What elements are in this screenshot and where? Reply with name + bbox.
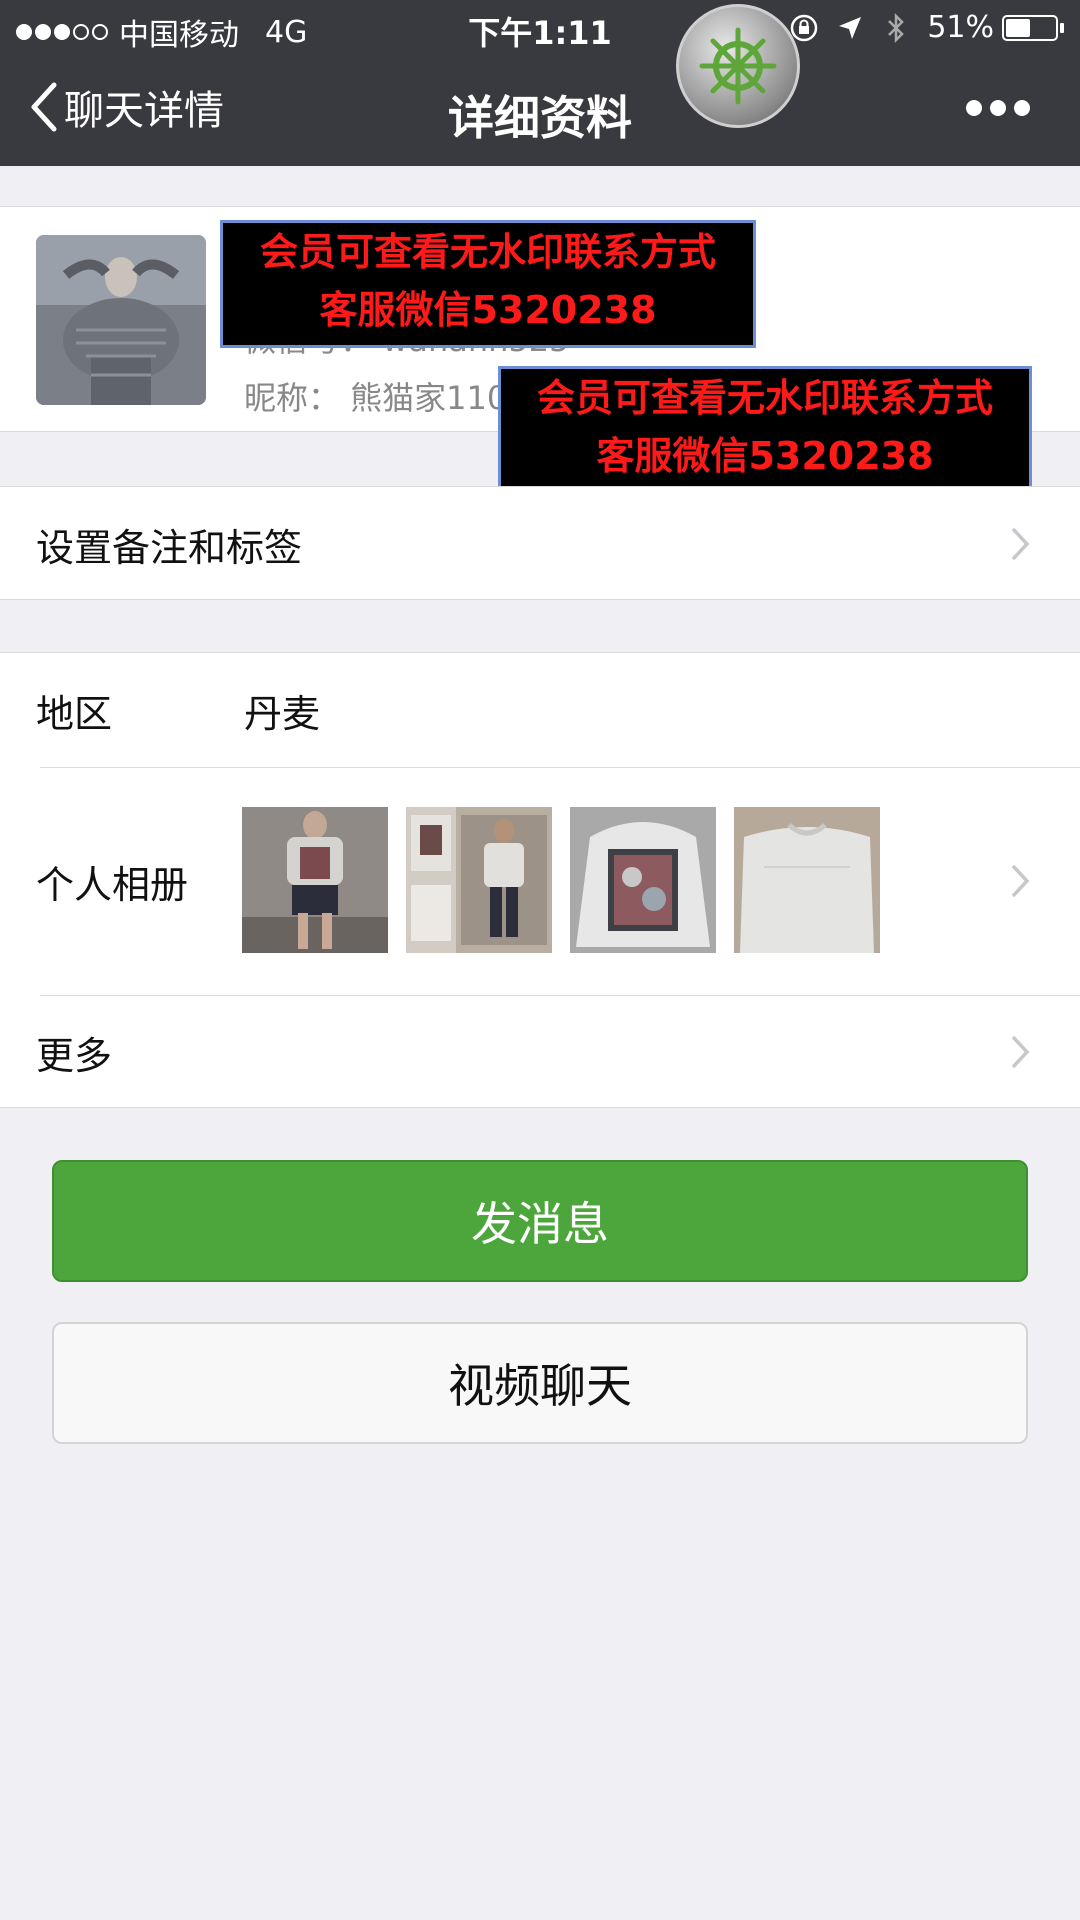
info-section: 地区 丹麦 个人相册 更多 (0, 652, 1080, 1108)
watermark-line-2: 客服微信5320238 (596, 434, 934, 478)
album-photo[interactable] (570, 807, 716, 953)
battery-percent: 51% (927, 10, 994, 45)
status-bar: 中国移动 4G 下午1:11 51% (0, 0, 1080, 56)
ship-wheel-icon (676, 4, 800, 128)
chevron-right-icon (1011, 527, 1030, 561)
rotation-lock-icon (789, 13, 819, 43)
watermark-banner: 会员可查看无水印联系方式 客服微信5320238 (498, 366, 1032, 494)
status-right: 51% (789, 10, 1064, 45)
set-remark-tags-label: 设置备注和标签 (36, 525, 303, 570)
region-value: 丹麦 (244, 691, 321, 736)
nickname: 昵称： 熊猫家110 (244, 379, 508, 417)
album-photo[interactable] (734, 807, 880, 953)
page-title: 详细资料 (448, 91, 632, 145)
avatar[interactable] (36, 235, 206, 405)
more-label: 更多 (36, 1033, 113, 1078)
battery-icon (1002, 14, 1058, 41)
region-label: 地区 (36, 691, 113, 736)
region-row: 地区 丹麦 (0, 653, 1080, 767)
video-chat-button[interactable]: 视频聊天 (52, 1322, 1028, 1444)
watermark-banner: 会员可查看无水印联系方式 客服微信5320238 (220, 220, 756, 348)
battery-level (1006, 18, 1030, 37)
album-photo[interactable] (406, 807, 552, 953)
watermark-line-1: 会员可查看无水印联系方式 (536, 376, 993, 420)
more-options-button[interactable] (958, 100, 1030, 116)
set-remark-tags-row[interactable]: 设置备注和标签 (0, 486, 1080, 600)
chevron-right-icon (1011, 864, 1030, 898)
album-photo[interactable] (242, 807, 388, 953)
watermark-line-1: 会员可查看无水印联系方式 (259, 230, 716, 274)
nav-bar: 聊天详情 详细资料 (0, 56, 1080, 166)
chevron-right-icon (1011, 1035, 1030, 1069)
top-bar: 中国移动 4G 下午1:11 51% 聊天详情 详细资料 (0, 0, 1080, 166)
personal-album-label: 个人相册 (36, 862, 189, 907)
location-arrow-icon (835, 13, 865, 43)
watermark-line-2: 客服微信5320238 (319, 288, 657, 332)
bluetooth-icon (881, 12, 911, 43)
album-thumbnails (242, 807, 898, 953)
send-message-button[interactable]: 发消息 (52, 1160, 1028, 1282)
more-row[interactable]: 更多 (0, 995, 1080, 1109)
